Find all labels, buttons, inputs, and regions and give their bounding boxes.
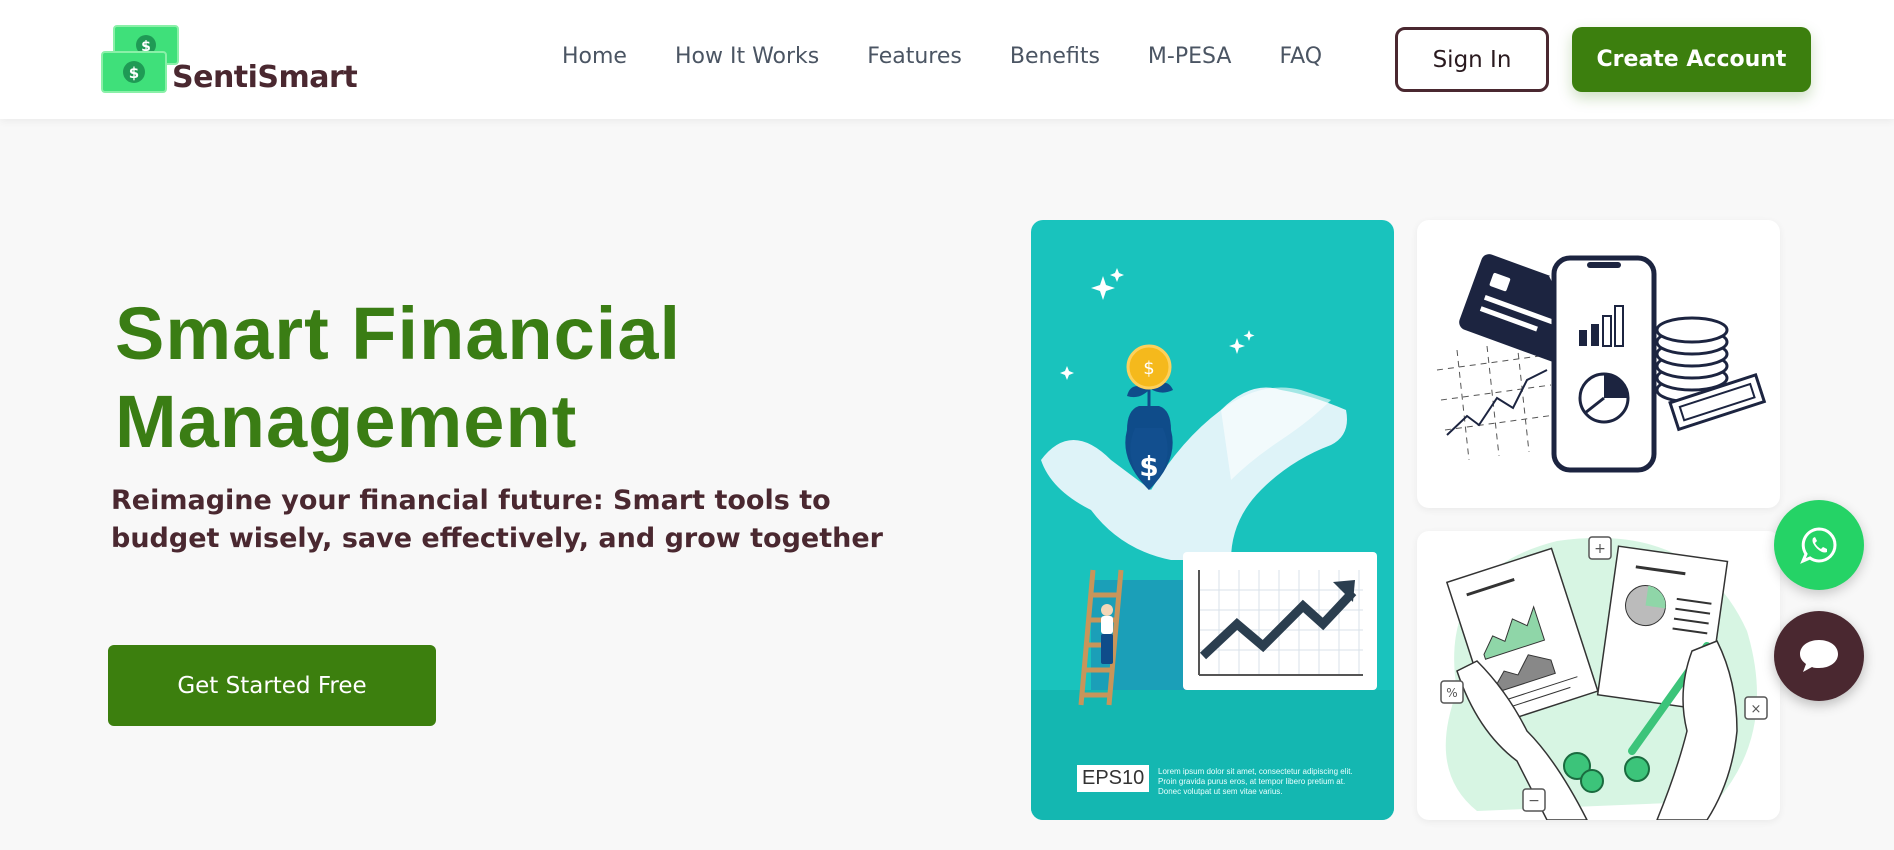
dollar-bills-icon: $ $: [101, 25, 179, 93]
svg-text:$: $: [129, 64, 139, 82]
get-started-button[interactable]: Get Started Free: [108, 645, 436, 726]
nav-mpesa[interactable]: M-PESA: [1148, 44, 1232, 69]
svg-text:$: $: [1139, 450, 1158, 483]
chat-bubble-icon: [1800, 640, 1838, 672]
financial-reports-icon: + % × −: [1440, 536, 1768, 820]
whatsapp-icon: [1800, 527, 1837, 564]
main-nav: Home How It Works Features Benefits M-PE…: [562, 44, 1322, 69]
eps-label: EPS10: [1077, 765, 1150, 792]
hero-title-line1: Smart Financial: [115, 292, 682, 375]
create-account-button[interactable]: Create Account: [1572, 27, 1811, 92]
nav-faq[interactable]: FAQ: [1279, 44, 1322, 69]
svg-text:×: ×: [1751, 702, 1762, 717]
svg-text:−: −: [1528, 793, 1540, 809]
hero-title-line2: Management: [115, 380, 578, 463]
growth-illustration-card: $ $ EPS10 Lorem ipsum dolor sit amet, co…: [1031, 220, 1394, 820]
hero-title: Smart Financial Management: [115, 290, 835, 466]
svg-text:$: $: [1143, 358, 1154, 379]
nav-benefits[interactable]: Benefits: [1010, 44, 1100, 69]
money-growth-illustration: $ $: [1031, 268, 1394, 820]
fine-print: Lorem ipsum dolor sit amet, consectetur …: [1158, 767, 1353, 796]
phone-finance-icon: [1436, 254, 1767, 473]
nav-home[interactable]: Home: [562, 44, 627, 69]
phone-finance-card: [1417, 220, 1780, 508]
brand-logo[interactable]: $ $ SentiSmart: [100, 24, 360, 96]
financial-reports-card: + % × −: [1417, 531, 1780, 820]
nav-how-it-works[interactable]: How It Works: [675, 44, 819, 69]
whatsapp-button[interactable]: [1774, 500, 1864, 590]
nav-features[interactable]: Features: [867, 44, 962, 69]
svg-text:%: %: [1446, 686, 1457, 700]
svg-text:+: +: [1594, 541, 1606, 557]
brand-name: SentiSmart: [172, 60, 358, 95]
sign-in-button[interactable]: Sign In: [1395, 27, 1549, 92]
hero-subtitle: Reimagine your financial future: Smart t…: [111, 485, 883, 554]
site-header: $ $ SentiSmart Home How It Works Feature…: [0, 0, 1894, 119]
chat-button[interactable]: [1774, 611, 1864, 701]
